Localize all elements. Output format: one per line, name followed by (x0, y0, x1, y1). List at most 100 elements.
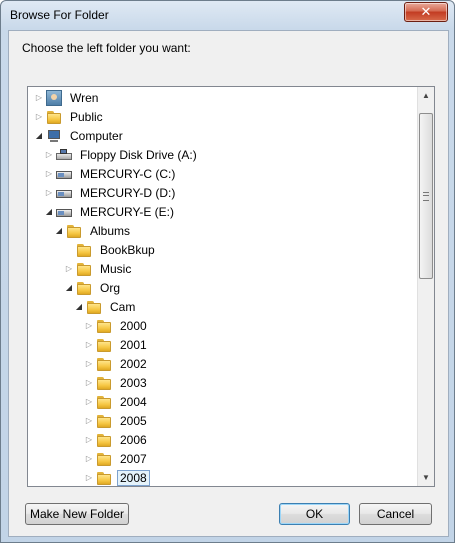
tree-node[interactable]: ▷ 2005 (84, 411, 150, 430)
cancel-label: Cancel (376, 507, 415, 521)
collapsed-arrow-icon[interactable]: ▷ (84, 473, 94, 483)
tree-node[interactable]: ▷ MERCURY-D (D:) (44, 183, 178, 202)
folder-icon (96, 375, 112, 391)
tree-node-label: Music (100, 261, 132, 276)
prompt-label: Choose the left folder you want: (22, 41, 191, 55)
expanded-arrow-icon[interactable]: ◢ (64, 283, 74, 293)
tree-node-label: MERCURY-E (E:) (80, 204, 175, 219)
collapsed-arrow-icon[interactable]: ▷ (34, 112, 44, 122)
tree-node[interactable]: ◢ MERCURY-E (E:) (44, 202, 177, 221)
folder-icon (96, 470, 112, 486)
collapsed-arrow-icon[interactable]: ▷ (84, 416, 94, 426)
make-new-folder-label: Make New Folder (29, 507, 125, 521)
tree-node-label: MERCURY-C (C:) (80, 166, 176, 181)
tree-node[interactable]: ▷ Floppy Disk Drive (A:) (44, 145, 200, 164)
tree-node-label: Albums (90, 223, 131, 238)
tree-node[interactable]: ▷ Music (64, 259, 134, 278)
tree-node-label: 2006 (120, 432, 147, 447)
tree-node[interactable]: ▷ Wren (34, 88, 101, 107)
tree-node[interactable]: ▷ Public (34, 107, 106, 126)
tree-node-label: 2008 (117, 469, 150, 486)
tree-node-label: Cam (110, 299, 136, 314)
folder-icon (96, 451, 112, 467)
tree-node-label: 2003 (120, 375, 147, 390)
tree-node-label: Computer (70, 128, 123, 143)
dialog-body: Choose the left folder you want: ▷ Wren ▷ P… (8, 30, 449, 537)
folder-icon (96, 318, 112, 334)
tree-node-label: MERCURY-D (D:) (80, 185, 176, 200)
drive-icon (56, 166, 72, 182)
folder-icon (96, 337, 112, 353)
drive-icon (56, 185, 72, 201)
tree-node[interactable]: ◢ Cam (74, 297, 138, 316)
folder-tree-list: ▷ Wren ▷ Public ◢ Computer ▷ Floppy Disk Drive … (28, 87, 417, 486)
tree-node-label: Wren (70, 90, 99, 105)
folder-icon (76, 261, 92, 277)
collapsed-arrow-icon[interactable]: ▷ (64, 264, 74, 274)
expanded-arrow-icon[interactable]: ◢ (54, 226, 64, 236)
collapsed-arrow-icon[interactable]: ▷ (44, 169, 54, 179)
tree-node-label: 2005 (120, 413, 147, 428)
browse-for-folder-dialog: Browse For Folder ✕ Choose the left fold… (0, 0, 455, 543)
folder-icon (76, 280, 92, 296)
tree-node[interactable]: ▷ 2001 (84, 335, 150, 354)
tree-node[interactable]: BookBkup (64, 240, 158, 259)
tree-node[interactable]: ▷ 2002 (84, 354, 150, 373)
tree-node[interactable]: ▷ 2006 (84, 430, 150, 449)
collapsed-arrow-icon[interactable]: ▷ (84, 340, 94, 350)
tree-node[interactable]: ▷ 2007 (84, 449, 150, 468)
tree-node-label: Public (70, 109, 103, 124)
scroll-down-arrow-icon[interactable]: ▼ (418, 469, 434, 486)
title-bar: Browse For Folder ✕ (1, 1, 454, 29)
collapsed-arrow-icon[interactable]: ▷ (84, 454, 94, 464)
collapsed-arrow-icon[interactable]: ▷ (84, 378, 94, 388)
tree-node-label: Org (100, 280, 121, 295)
tree-node[interactable]: ▷ MERCURY-C (C:) (44, 164, 178, 183)
collapsed-arrow-icon[interactable]: ▷ (84, 397, 94, 407)
expanded-arrow-icon[interactable]: ◢ (34, 131, 44, 141)
expanded-arrow-icon[interactable]: ◢ (44, 207, 54, 217)
folder-icon (96, 356, 112, 372)
tree-node[interactable]: ▷ 2008 (84, 468, 150, 486)
collapsed-arrow-icon[interactable]: ▷ (84, 435, 94, 445)
folder-icon (66, 223, 82, 239)
folder-icon (96, 432, 112, 448)
make-new-folder-button[interactable]: Make New Folder (25, 503, 129, 525)
close-icon: ✕ (420, 4, 432, 20)
tree-node[interactable]: ▷ 2000 (84, 316, 150, 335)
grip-icon (423, 191, 429, 201)
folder-tree[interactable]: ▷ Wren ▷ Public ◢ Computer ▷ Floppy Disk Drive … (27, 86, 435, 487)
tree-node-label: 2001 (120, 337, 147, 352)
tree-node-label: BookBkup (100, 242, 155, 257)
tree-node-label: Floppy Disk Drive (A:) (80, 147, 197, 162)
user-icon (46, 89, 62, 106)
collapsed-arrow-icon[interactable]: ▷ (44, 188, 54, 198)
tree-node-label: 2000 (120, 318, 147, 333)
scroll-up-arrow-icon[interactable]: ▲ (418, 87, 434, 104)
tree-node[interactable]: ◢ Org (64, 278, 123, 297)
tree-node[interactable]: ◢ Computer (34, 126, 126, 145)
computer-icon (46, 128, 62, 144)
collapsed-arrow-icon[interactable]: ▷ (44, 150, 54, 160)
expanded-arrow-icon[interactable]: ◢ (74, 302, 84, 312)
vertical-scrollbar[interactable]: ▲ ▼ (417, 87, 434, 486)
cancel-button[interactable]: Cancel (359, 503, 432, 525)
window-title: Browse For Folder (10, 8, 109, 22)
scrollbar-thumb[interactable] (419, 113, 433, 279)
tree-node[interactable]: ◢ Albums (54, 221, 133, 240)
collapsed-arrow-icon[interactable]: ▷ (84, 321, 94, 331)
close-button[interactable]: ✕ (404, 2, 448, 22)
folder-icon (86, 299, 102, 315)
collapsed-arrow-icon[interactable]: ▷ (84, 359, 94, 369)
floppy-icon (56, 147, 72, 163)
tree-node-label: 2004 (120, 394, 147, 409)
folder-icon (96, 394, 112, 410)
collapsed-arrow-icon[interactable]: ▷ (34, 93, 44, 103)
folder-icon (76, 242, 92, 258)
drive-icon (56, 204, 72, 220)
tree-node-label: 2007 (120, 451, 147, 466)
tree-node[interactable]: ▷ 2004 (84, 392, 150, 411)
tree-node[interactable]: ▷ 2003 (84, 373, 150, 392)
ok-button[interactable]: OK (279, 503, 350, 525)
ok-label: OK (305, 507, 324, 521)
